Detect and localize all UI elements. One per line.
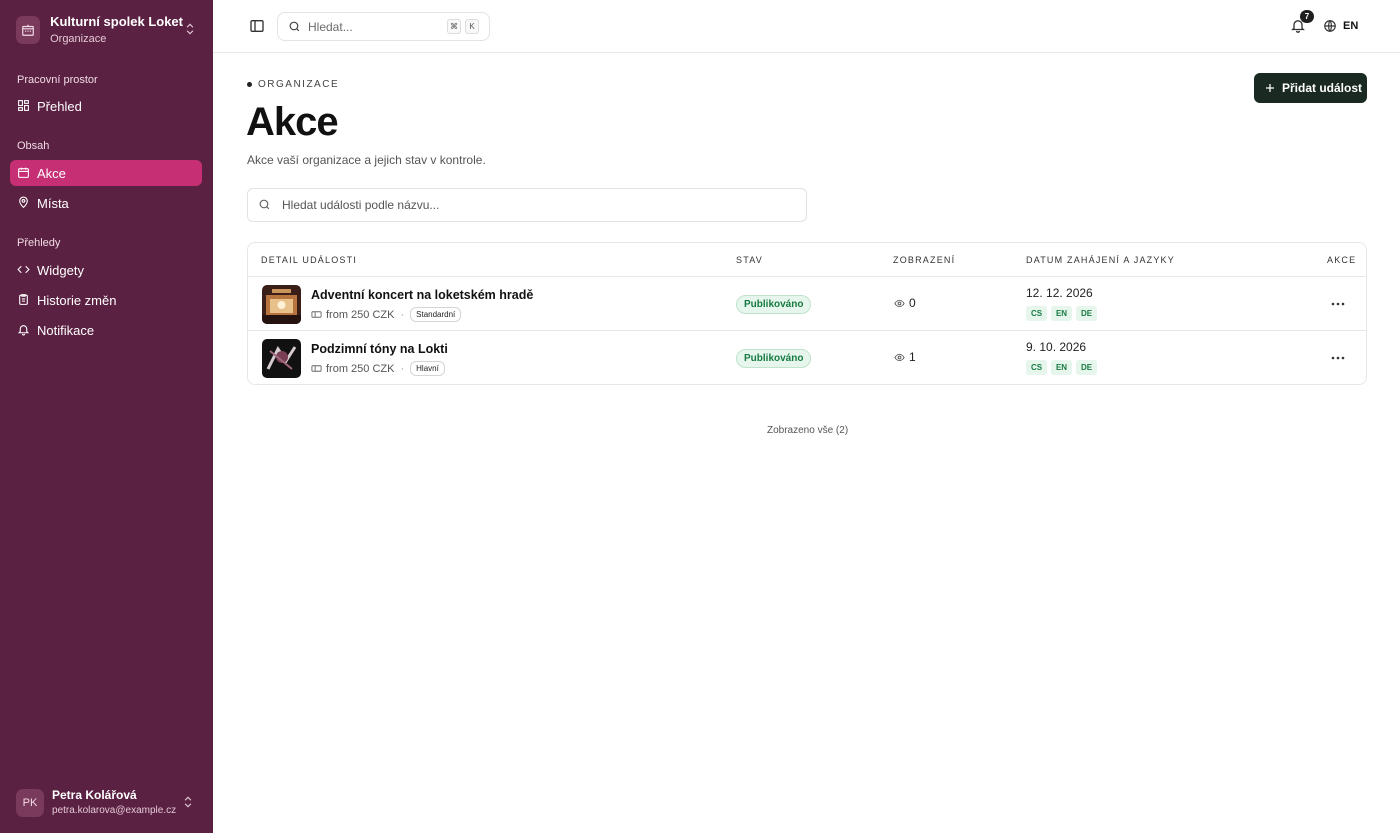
status-badge: Publikováno [736, 295, 812, 314]
sidebar-item-label: Přehled [37, 98, 82, 114]
sidebar-item-widgety[interactable]: Widgety [10, 257, 202, 283]
building-icon [16, 16, 41, 44]
add-event-button[interactable]: Přidat událost [1254, 73, 1367, 103]
grid-icon [17, 99, 31, 113]
sidebar-item-historie-zmen[interactable]: Historie změn [10, 287, 202, 313]
nav-group-workspace: Pracovní prostor [17, 74, 98, 86]
global-search-placeholder: Hledat... [308, 19, 353, 34]
events-table: DETAIL UDÁLOSTI STAV ZOBRAZENÍ DATUM ZAH… [247, 242, 1367, 385]
chevrons-up-down-icon [183, 22, 197, 38]
event-languages: CS EN DE [1026, 306, 1101, 321]
global-search-input[interactable]: Hledat... ⌘ K [277, 12, 490, 41]
chevrons-up-down-icon [181, 795, 197, 811]
sidebar-toggle-icon[interactable] [249, 18, 267, 36]
views-count: 0 [909, 296, 916, 310]
event-search-input[interactable]: Hledat události podle názvu... [247, 188, 807, 222]
user-email: petra.kolarova@example.cz [52, 805, 177, 816]
language-label: EN [1343, 20, 1359, 32]
breadcrumb: ORGANIZACE [247, 79, 339, 90]
language-chip: DE [1076, 360, 1097, 375]
table-footer: Zobrazeno vše (2) [767, 425, 849, 436]
sidebar-item-notifikace[interactable]: Notifikace [10, 317, 202, 343]
table-row[interactable]: Podzimní tóny na Lokti from 250 CZK · Hl… [248, 330, 1366, 384]
search-icon [288, 20, 302, 34]
language-chip: EN [1051, 306, 1072, 321]
sidebar-item-akce[interactable]: Akce [10, 160, 202, 186]
event-title[interactable]: Adventní koncert na loketském hradě [311, 288, 533, 302]
sidebar-item-label: Historie změn [37, 292, 117, 308]
language-chip: EN [1051, 360, 1072, 375]
page-title: Akce [246, 100, 339, 144]
event-start-date: 12. 12. 2026 [1026, 286, 1093, 300]
notifications-badge: 7 [1300, 10, 1314, 23]
more-actions-icon[interactable] [1330, 350, 1346, 366]
calendar-icon [17, 166, 31, 180]
ticket-icon [311, 363, 322, 374]
status-badge: Publikováno [736, 349, 812, 368]
event-meta: from 250 CZK · Hlavní [311, 361, 445, 376]
sidebar: Kulturní spolek Loket Organizace Pracovn… [0, 0, 213, 833]
event-tag: Standardní [410, 307, 462, 322]
column-header: AKCE [1327, 255, 1357, 265]
event-price: from 250 CZK [326, 308, 395, 321]
event-views: 0 [894, 296, 916, 310]
separator-dot: · [400, 362, 405, 375]
column-header: STAV [736, 255, 763, 265]
user-name: Petra Kolářová [52, 788, 137, 802]
column-header: DETAIL UDÁLOSTI [261, 255, 358, 265]
more-actions-icon[interactable] [1330, 296, 1346, 312]
column-header: ZOBRAZENÍ [893, 255, 956, 265]
event-thumbnail [262, 339, 301, 378]
shortcut-key: K [465, 19, 479, 34]
separator-dot: · [400, 308, 405, 321]
bullet-dot-icon [247, 82, 252, 87]
language-chip: CS [1026, 360, 1047, 375]
event-languages: CS EN DE [1026, 360, 1101, 375]
nav-group-content: Obsah [17, 140, 50, 152]
table-row[interactable]: Adventní koncert na loketském hradě from… [248, 276, 1366, 330]
sidebar-item-label: Místa [37, 195, 69, 211]
breadcrumb-label: ORGANIZACE [258, 79, 340, 90]
event-title[interactable]: Podzimní tóny na Lokti [311, 342, 448, 356]
language-switcher[interactable]: EN [1323, 17, 1358, 35]
event-views: 1 [894, 350, 916, 364]
sidebar-item-label: Notifikace [37, 322, 95, 338]
sidebar-item-label: Akce [37, 165, 66, 181]
avatar: PK [16, 789, 44, 817]
event-start-date: 9. 10. 2026 [1026, 340, 1087, 354]
search-icon [258, 198, 272, 212]
globe-icon [1323, 19, 1338, 34]
add-event-label: Přidat událost [1282, 81, 1363, 95]
organization-switcher[interactable]: Kulturní spolek Loket Organizace [10, 8, 203, 52]
column-header: DATUM ZAHÁJENÍ A JAZYKY [1026, 255, 1175, 265]
page-description: Akce vaší organizace a jejich stav v kon… [247, 153, 486, 167]
sidebar-item-mista[interactable]: Místa [10, 190, 202, 216]
eye-icon [894, 298, 905, 309]
sidebar-item-label: Widgety [37, 262, 84, 278]
event-search-placeholder: Hledat události podle názvu... [282, 198, 440, 212]
code-icon [17, 263, 31, 277]
clipboard-icon [17, 293, 31, 307]
organization-subtitle: Organizace [50, 33, 107, 45]
event-meta: from 250 CZK · Standardní [311, 307, 462, 322]
user-menu[interactable]: PK Petra Kolářová petra.kolarova@example… [10, 785, 203, 821]
bell-icon [17, 323, 31, 337]
nav-group-reports: Přehledy [17, 237, 61, 249]
map-pin-icon [17, 196, 31, 210]
topbar: Hledat... ⌘ K 7 EN [213, 0, 1400, 53]
shortcut-key: ⌘ [447, 19, 461, 34]
views-count: 1 [909, 350, 916, 364]
eye-icon [894, 352, 905, 363]
event-price: from 250 CZK [326, 362, 395, 375]
event-thumbnail [262, 285, 301, 324]
plus-icon [1264, 82, 1276, 94]
event-tag: Hlavní [410, 361, 445, 376]
sidebar-item-prehled[interactable]: Přehled [10, 93, 202, 119]
ticket-icon [311, 309, 322, 320]
organization-name: Kulturní spolek Loket [50, 14, 183, 29]
language-chip: CS [1026, 306, 1047, 321]
language-chip: DE [1076, 306, 1097, 321]
